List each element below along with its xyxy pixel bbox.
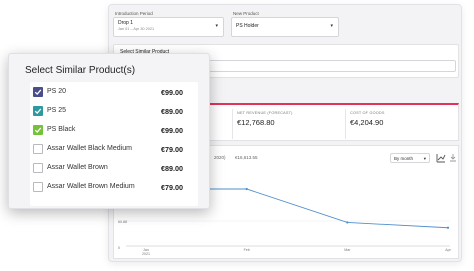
checkmark-icon [34, 108, 42, 115]
x-tick-label: Feb [244, 248, 250, 252]
kpi-cost-of-goods: COST OF GOODS €4,204.90 [350, 111, 385, 127]
y-tick-label: 0 [118, 246, 120, 250]
product-list: PS 20 €99.00 PS 25 €89.00 PS Black €99.00 Assa… [30, 82, 198, 206]
product-row[interactable]: Assar Wallet Brown Medium €79.00 [30, 179, 198, 197]
new-product-value: PS Holder [236, 23, 259, 29]
checkbox[interactable] [33, 163, 43, 173]
product-label: PS Black [47, 126, 76, 133]
data-point[interactable] [346, 221, 349, 224]
data-point[interactable] [446, 226, 450, 229]
checkmark-icon [34, 89, 42, 96]
product-row[interactable]: Assar Wallet Brown €89.00 [30, 160, 198, 178]
kpi-net-revenue: NET REVENUE (FORECAST) €12,768.80 [237, 111, 293, 127]
product-row[interactable]: PS 20 €99.00 [30, 84, 198, 102]
new-product-label: New Product [233, 11, 259, 16]
chevron-down-icon: ▾ [330, 23, 333, 29]
product-price: €79.00 [161, 145, 183, 154]
y-tick-label: 60.88 [118, 220, 127, 224]
intro-period-select[interactable]: Drop 1 Jan 01 – Apr 30 2021 ▾ [113, 17, 224, 37]
dialog-title: Select Similar Product(s) [25, 65, 136, 76]
product-row[interactable]: PS 25 €89.00 [30, 103, 198, 121]
kpi-value: €4,204.90 [350, 118, 384, 127]
chevron-down-icon: ▾ [215, 23, 218, 29]
data-point[interactable] [245, 187, 248, 191]
intro-period-dates: Jan 01 – Apr 30 2021 [118, 27, 155, 31]
checkbox[interactable] [33, 144, 43, 154]
kpi-value: €12,768.80 [237, 118, 275, 127]
product-price: €99.00 [161, 88, 183, 97]
kpi-label: NET REVENUE (FORECAST) [237, 111, 293, 115]
product-price: €99.00 [161, 126, 183, 135]
kpi-divider [345, 109, 346, 139]
intro-period-value: Drop 1 [118, 20, 134, 26]
x-tick-label: 2021 [142, 252, 150, 256]
select-similar-products-dialog: Select Similar Product(s) PS 20 €99.00 PS … [8, 53, 210, 209]
product-label: Assar Wallet Brown [47, 164, 108, 171]
kpi-divider [232, 109, 233, 139]
checkbox[interactable] [33, 182, 43, 192]
product-row[interactable]: Assar Wallet Black Medium €79.00 [30, 141, 198, 159]
kpi-label: COST OF GOODS [350, 111, 385, 115]
product-label: Assar Wallet Brown Medium [47, 183, 135, 190]
new-product-select[interactable]: PS Holder ▾ [231, 17, 339, 37]
product-price: €89.00 [161, 164, 183, 173]
x-tick-label: Mar [344, 248, 351, 252]
checkbox-checked[interactable] [33, 106, 43, 116]
product-row[interactable]: PS Black €99.00 [30, 122, 198, 140]
checkmark-icon [34, 127, 42, 134]
checkbox-checked[interactable] [33, 125, 43, 135]
product-label: Assar Wallet Black Medium [47, 145, 132, 152]
product-label: PS 25 [47, 107, 67, 114]
checkbox-checked[interactable] [33, 87, 43, 97]
product-label: PS 20 [47, 88, 67, 95]
product-price: €79.00 [161, 183, 183, 192]
product-price: €89.00 [161, 107, 183, 116]
intro-period-label: Introduction Period [115, 11, 153, 16]
x-tick-label: Apr [445, 248, 451, 252]
